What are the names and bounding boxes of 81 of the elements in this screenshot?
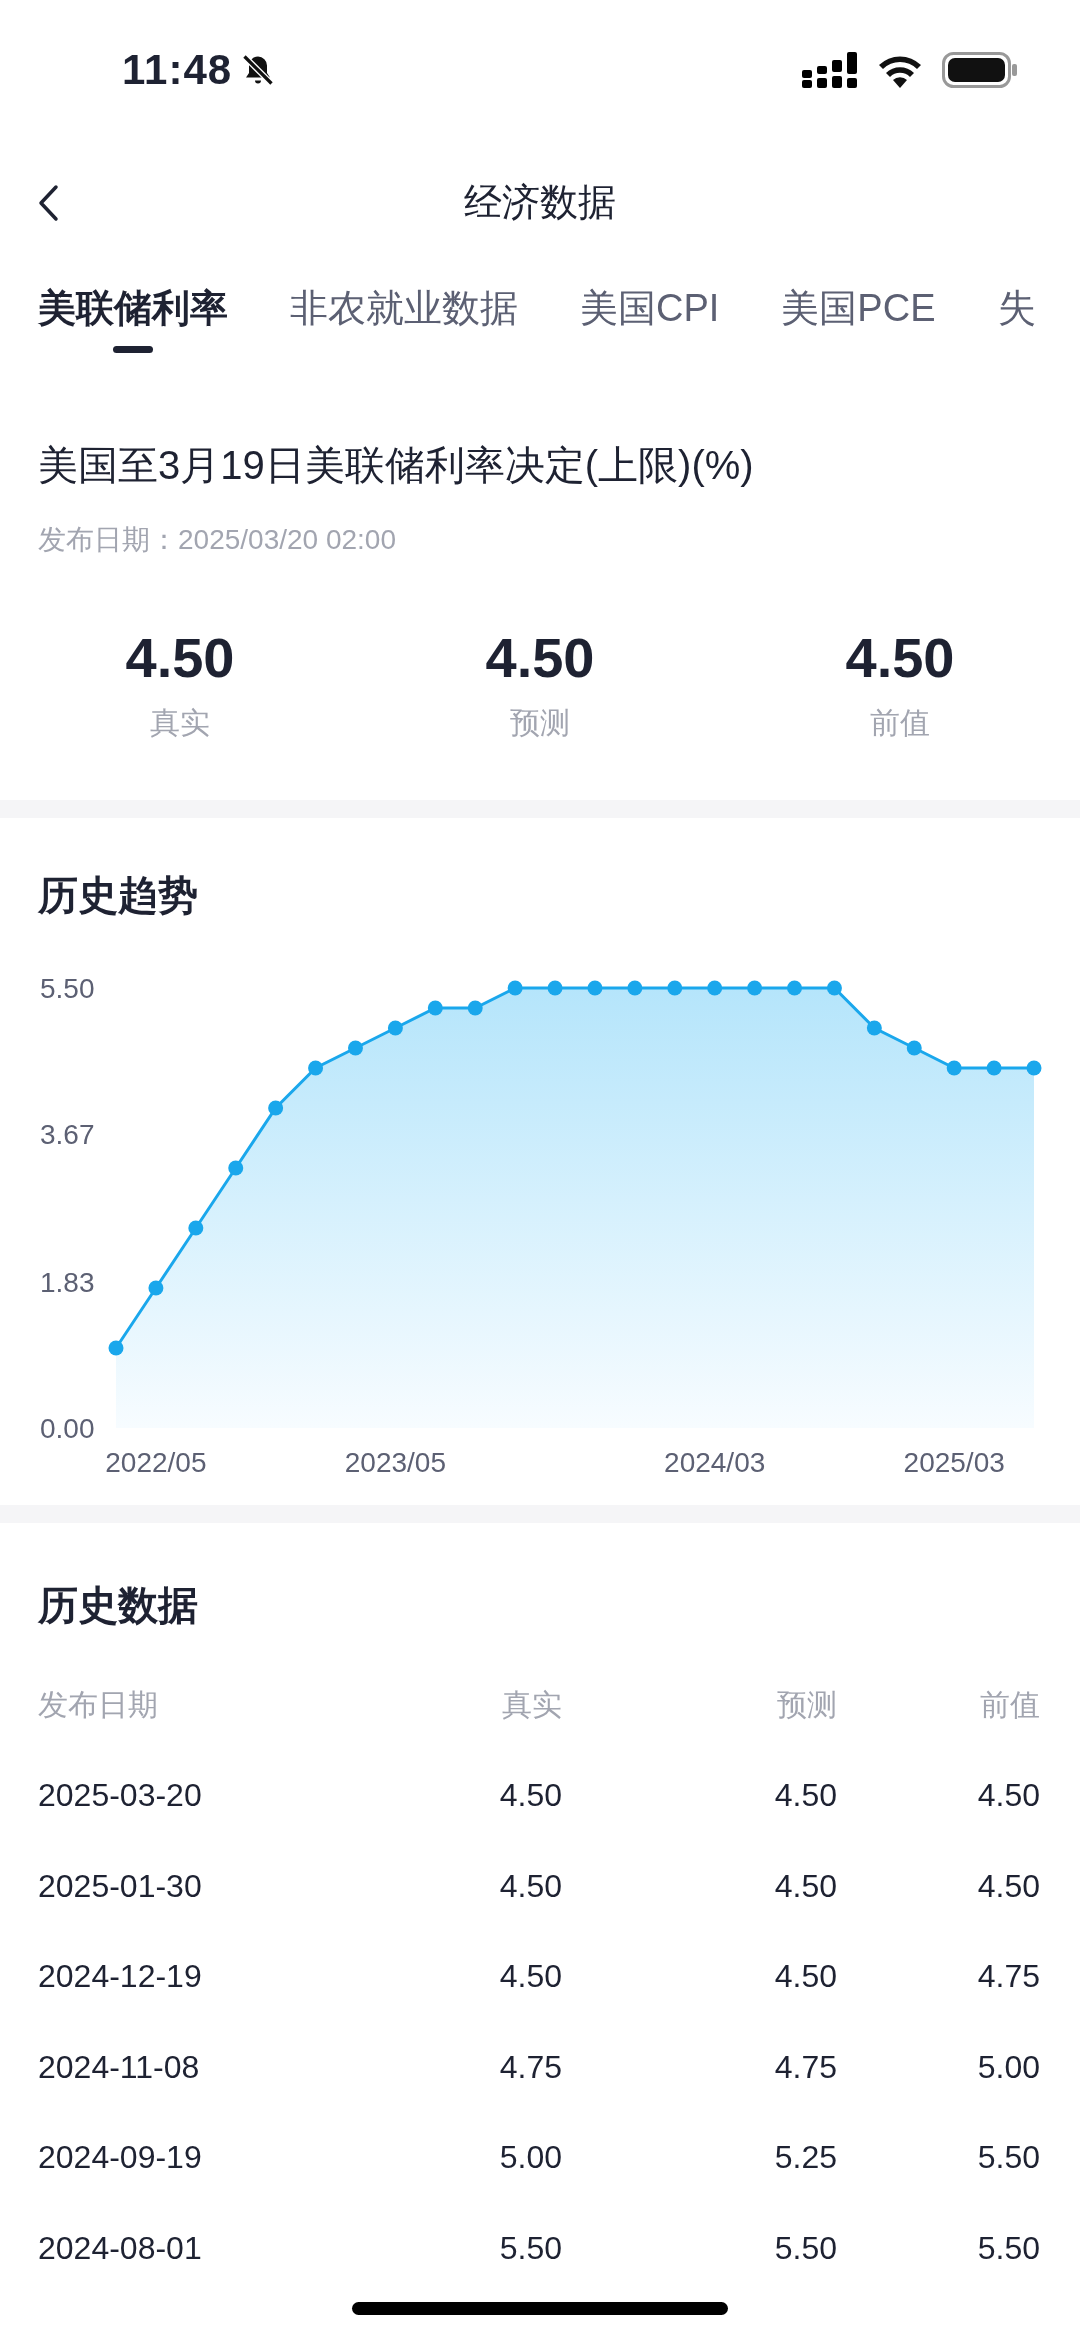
column-header: 发布日期 <box>38 1686 159 1723</box>
table-cell-text: 4.50 <box>498 1867 562 1905</box>
column-header: 前值 <box>979 1686 1040 1723</box>
stat-value: 4.50 <box>485 625 595 691</box>
data-point <box>826 980 842 996</box>
stat-label: 预测 <box>510 705 570 741</box>
table-cell-text: 4.50 <box>976 1867 1040 1905</box>
data-point <box>387 1020 403 1036</box>
tab[interactable]: 美国PCE <box>781 265 936 353</box>
tab[interactable]: 失 <box>997 265 1036 353</box>
data-point <box>946 1060 962 1076</box>
status-time: 11:48 <box>122 46 233 94</box>
home-indicator[interactable] <box>352 2301 728 2315</box>
tab[interactable]: 美国CPI <box>580 265 720 353</box>
page-title: 经济数据 <box>464 180 616 225</box>
data-point <box>228 1160 244 1176</box>
table-cell-text: 5.25 <box>773 2139 837 2177</box>
data-point <box>268 1100 284 1116</box>
data-point <box>707 980 723 996</box>
table-cell-text: 4.50 <box>976 1777 1040 1815</box>
stat-value: 4.50 <box>845 625 955 691</box>
stat-label: 前值 <box>870 705 930 741</box>
table-cell-text: 4.50 <box>773 1867 837 1905</box>
table-cell-text: 2025-01-30 <box>38 1867 203 1905</box>
data-point <box>467 1000 483 1016</box>
data-point <box>1026 1060 1042 1076</box>
table-cell-text: 4.50 <box>498 1958 562 1996</box>
data-point <box>188 1220 204 1236</box>
data-point <box>747 980 763 996</box>
data-point <box>906 1040 922 1056</box>
table-cell-text: 4.75 <box>773 2048 837 2086</box>
x-axis-label: 2025/03 <box>903 1447 1005 1478</box>
data-point <box>627 980 643 996</box>
y-axis-label: 5.50 <box>40 973 95 1004</box>
data-point <box>866 1020 882 1036</box>
data-point <box>986 1060 1002 1076</box>
x-axis-label: 2023/05 <box>344 1447 446 1478</box>
data-point <box>667 980 683 996</box>
table-cell-text: 2024-11-08 <box>38 2048 201 2086</box>
battery-icon <box>942 52 1018 88</box>
table-cell-text: 5.50 <box>498 2229 562 2267</box>
table-cell-text: 2025-03-20 <box>38 1777 203 1815</box>
column-header: 真实 <box>501 1686 562 1723</box>
table-cell-text: 5.00 <box>498 2139 562 2177</box>
table-cell-text: 5.50 <box>773 2229 837 2267</box>
table-cell-text: 4.50 <box>498 1777 562 1815</box>
signal-icon <box>802 52 858 88</box>
data-point <box>427 1000 443 1016</box>
release-date: 发布日期：2025/03/20 02:00 <box>38 523 397 557</box>
data-point <box>108 1340 124 1356</box>
tab[interactable]: 美联储利率 <box>38 265 228 353</box>
table-cell-text: 2024-09-19 <box>38 2139 203 2177</box>
table-cell-text: 2024-12-19 <box>38 1958 203 1996</box>
y-axis-label: 3.67 <box>40 1119 95 1151</box>
table-cell-text: 5.50 <box>976 2139 1040 2177</box>
table-cell-text: 4.75 <box>498 2048 562 2086</box>
column-header: 预测 <box>776 1686 837 1723</box>
x-axis-label: 2024/03 <box>664 1447 766 1478</box>
tab-indicator <box>113 346 153 353</box>
y-axis-label: 0.00 <box>40 1413 95 1444</box>
tab[interactable]: 非农就业数据 <box>290 265 518 353</box>
table-cell-text: 5.50 <box>976 2229 1040 2267</box>
data-point <box>787 980 802 996</box>
data-point <box>547 980 563 996</box>
data-point <box>308 1060 324 1076</box>
table-cell-text: 4.50 <box>773 1958 837 1996</box>
table-cell-text: 5.00 <box>976 2048 1040 2086</box>
x-axis-label: 2022/05 <box>105 1447 207 1478</box>
table-cell-text: 4.75 <box>976 1958 1040 1996</box>
section-title: 历史趋势 <box>37 872 199 919</box>
stat-value: 4.50 <box>125 625 235 691</box>
data-point <box>348 1040 363 1056</box>
data-point <box>148 1280 164 1296</box>
y-axis-label: 1.83 <box>40 1266 95 1298</box>
data-point <box>587 980 603 996</box>
stat-label: 真实 <box>150 705 210 741</box>
indicator-title: 美国至3月19日美联储利率决定(上限)(%) <box>38 442 755 489</box>
section-title: 历史数据 <box>38 1582 199 1629</box>
data-point <box>507 980 523 996</box>
table-cell-text: 4.50 <box>773 1777 837 1815</box>
table-cell-text: 2024-08-01 <box>38 2229 203 2267</box>
